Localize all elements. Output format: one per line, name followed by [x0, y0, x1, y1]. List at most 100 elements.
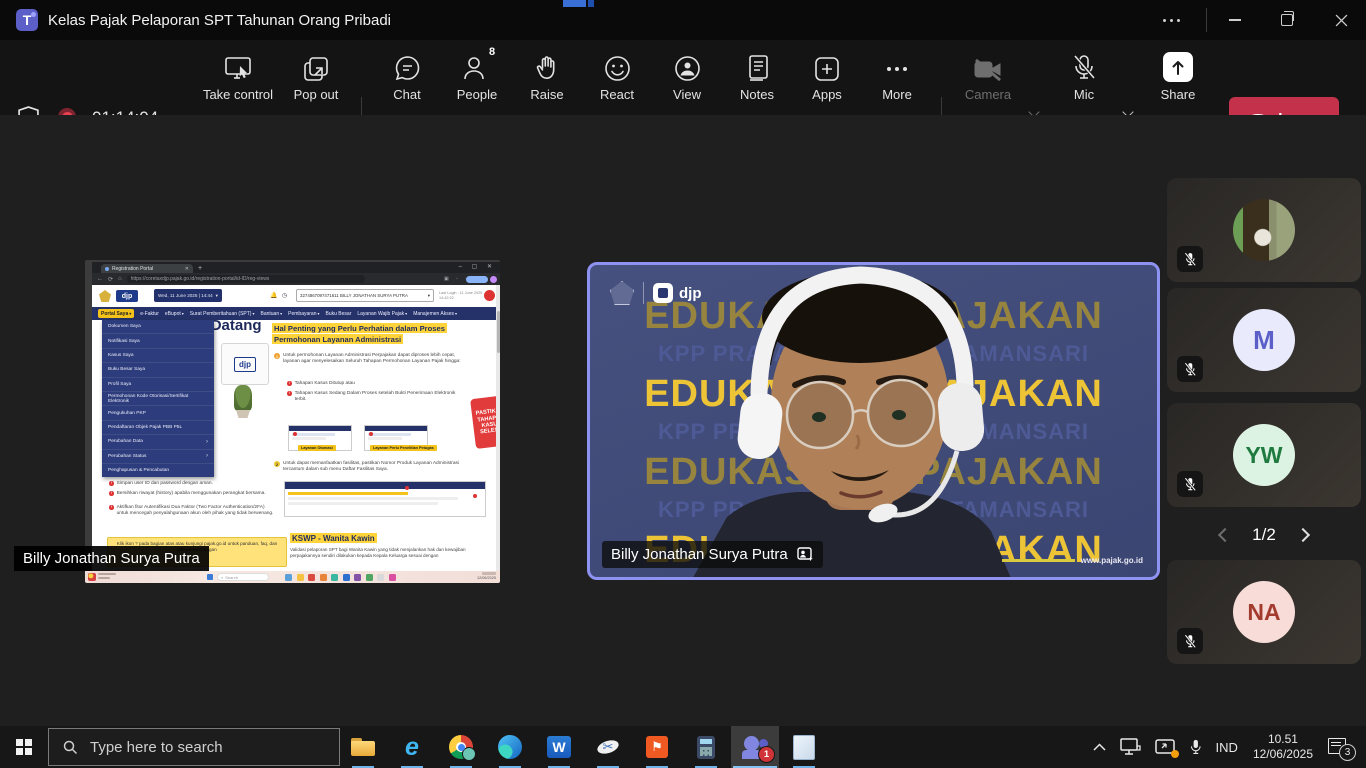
menu-item: Permohonan Kode Otorisasi/Sertifikat Ele… — [102, 392, 214, 406]
sharing-active-dot — [1171, 750, 1179, 758]
speaker-brand-row: djp — [610, 281, 702, 305]
more-button[interactable]: More — [861, 48, 933, 108]
nav-ebupot: eBupot▾ — [165, 311, 184, 317]
pop-out-button[interactable]: Pop out — [280, 48, 352, 108]
screen-share-view[interactable]: Registration Portal ✕ + – ▢ ✕ ← ⟳ ⌂ http… — [85, 260, 500, 583]
action-center-button[interactable]: 3 — [1321, 726, 1366, 768]
djp-logo: djp — [116, 290, 138, 302]
apps-button[interactable]: Apps — [791, 48, 863, 108]
mic-button[interactable]: Mic — [1048, 48, 1120, 108]
submenu-arrow-icon: › — [206, 439, 208, 445]
participant-tile-4[interactable]: NA — [1167, 560, 1361, 664]
camera-button[interactable]: Camera — [952, 48, 1024, 108]
tray-screenshare-icon[interactable] — [1148, 726, 1182, 768]
nav-bantuan: Bantuan▾ — [260, 311, 282, 317]
menu-item: Perubahan Data› — [102, 435, 214, 449]
menu-item: Perubahan Status› — [102, 450, 214, 464]
participant-tile-1[interactable] — [1167, 178, 1361, 282]
share-icon — [1163, 48, 1193, 82]
nitro-pdf-icon: ⚑ — [646, 736, 668, 758]
chevron-down-icon: ▾ — [428, 293, 430, 299]
apps-icon — [814, 48, 840, 82]
start-button[interactable] — [0, 726, 48, 768]
people-count-badge: 8 — [489, 46, 495, 58]
taskbar-search-input[interactable]: Type here to search — [48, 728, 340, 766]
taskbar-calculator[interactable] — [682, 726, 730, 768]
kswp-heading: KSWP - Wanita Kawin — [290, 533, 377, 543]
participant-initials-avatar: YW — [1233, 424, 1295, 486]
tray-mic-icon[interactable] — [1182, 726, 1209, 768]
menu-item: Pendaftaran Objek Pajak PBB P5L — [102, 421, 214, 435]
yellow-rule — [1002, 559, 1075, 562]
participant-tile-3[interactable]: YW — [1167, 403, 1361, 507]
notes-button[interactable]: Notes — [721, 48, 793, 108]
tab-close-icon: ✕ — [185, 266, 189, 272]
taskbar-teams[interactable]: 1 — [731, 726, 779, 768]
logout-icon — [484, 290, 495, 301]
take-control-button[interactable]: Take control — [202, 48, 274, 108]
clock-icon: ◷ — [282, 292, 287, 299]
participants-pager: 1/2 — [1167, 522, 1361, 548]
menu-item: Dokumen Saya — [102, 320, 214, 334]
chat-icon — [394, 48, 421, 82]
taskbar-file-explorer[interactable] — [339, 726, 387, 768]
view-icon — [674, 48, 701, 82]
folder-icon — [351, 738, 375, 756]
take-control-icon — [224, 48, 252, 82]
snipping-tool-icon: ✂ — [596, 735, 620, 759]
action-center-icon: 3 — [1328, 737, 1350, 757]
shared-weather-icon — [88, 573, 96, 581]
share-button[interactable]: Share — [1142, 48, 1214, 108]
view-button[interactable]: View — [651, 48, 723, 108]
chat-button[interactable]: Chat — [371, 48, 443, 108]
security-bullet-3: !Aktifkan fitur Autentifikasi Dua Faktor… — [109, 505, 277, 517]
minimize-button[interactable] — [1212, 0, 1258, 40]
meeting-stage: Registration Portal ✕ + – ▢ ✕ ← ⟳ ⌂ http… — [0, 115, 1366, 726]
participant-tile-2[interactable]: M — [1167, 288, 1361, 392]
titlebar-more-button[interactable] — [1148, 0, 1194, 40]
minimize-icon — [1229, 19, 1241, 21]
people-button[interactable]: 8 People — [441, 48, 513, 108]
tray-overflow-button[interactable] — [1086, 726, 1113, 768]
nav-spt: Surat Pemberitahuan (SPT)▾ — [190, 311, 255, 317]
shared-browser-window: Registration Portal ✕ + – ▢ ✕ ← ⟳ ⌂ http… — [92, 262, 500, 571]
taskbar-internet-explorer[interactable]: e — [388, 726, 436, 768]
edge-icon — [498, 735, 522, 759]
taskbar-chrome[interactable] — [437, 726, 485, 768]
raise-hand-button[interactable]: Raise — [511, 48, 583, 108]
plant-illustration — [234, 385, 252, 411]
djp-portal-page: djp Wed, 11 June 2025 | 14:44 ▾ 🔔 ◷ 3274… — [92, 285, 500, 571]
mic-muted-badge — [1177, 356, 1203, 382]
react-button[interactable]: React — [581, 48, 653, 108]
taskbar-edge[interactable] — [486, 726, 534, 768]
pajak-website-link: www.pajak.go.id — [1002, 556, 1143, 565]
taskbar-notepad[interactable] — [780, 726, 828, 768]
taskbar-nitro-pdf[interactable]: ⚑ — [633, 726, 681, 768]
pager-next-chevron[interactable] — [1298, 530, 1308, 540]
menu-item: Pengukuhan PKP — [102, 406, 214, 420]
taskbar-word[interactable]: W — [535, 726, 583, 768]
shared-desktop-taskbar: ⌕Search 12/06/2025 — [85, 571, 500, 583]
tray-network-icon[interactable] — [1113, 726, 1148, 768]
tray-language[interactable]: IND — [1209, 726, 1245, 768]
taskbar-snipping-tool[interactable]: ✂ — [584, 726, 632, 768]
window-title: Kelas Pajak Pelaporan SPT Tahunan Orang … — [48, 0, 391, 40]
point-1a: ! Tahapan Kasus Ditutup atau — [287, 381, 457, 387]
close-button[interactable] — [1318, 0, 1364, 40]
djp-wordmark: djp — [679, 285, 702, 302]
speaker-video-tile[interactable]: EDUKASI PERPAJAKAN KPP PRATAMA JAKARTA T… — [587, 262, 1160, 580]
point-1: 1 Untuk permohonan Layanan Administrasi … — [274, 353, 464, 365]
share-presenter-label: Billy Jonathan Surya Putra — [14, 546, 209, 571]
home-icon: ⌂ — [118, 276, 122, 282]
menu-item: Penghapusan & Pencabutan — [102, 464, 214, 477]
pager-prev-chevron[interactable] — [1220, 530, 1230, 540]
react-smiley-icon — [604, 48, 631, 82]
site-datetime-chip: Wed, 11 June 2025 | 14:44 ▾ — [154, 289, 222, 302]
shared-search-pill: ⌕Search — [217, 573, 269, 581]
browser-avatar — [490, 276, 497, 283]
share-toolbar-peek — [563, 0, 586, 7]
screenshot-caption-2: Layanan Perlu Penelitian Petugas — [370, 445, 437, 451]
restore-button[interactable] — [1264, 0, 1310, 40]
tray-clock[interactable]: 10.51 12/06/2025 — [1245, 732, 1321, 762]
screenshot-caption-1: Layanan Otomasi — [298, 445, 336, 451]
